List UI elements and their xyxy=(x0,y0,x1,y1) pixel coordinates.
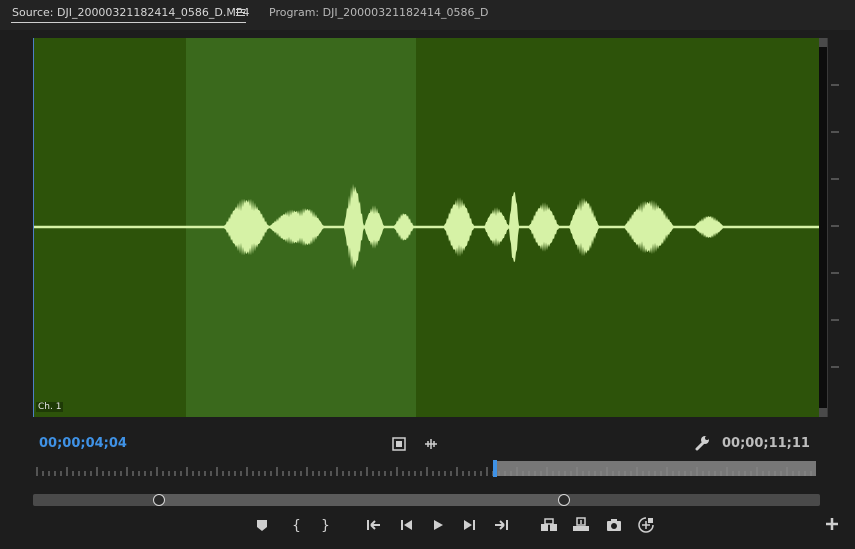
step-forward-icon xyxy=(464,520,475,530)
button-editor-button[interactable] xyxy=(637,516,655,534)
step-back-icon xyxy=(401,520,412,530)
step-forward-button[interactable] xyxy=(460,516,478,534)
duration-timecode: 00;00;11;11 xyxy=(722,436,810,451)
button-editor-icon xyxy=(638,517,654,533)
insert-icon xyxy=(541,518,557,531)
go-to-out-button[interactable] xyxy=(492,516,510,534)
audio-waveform-icon[interactable] xyxy=(424,436,438,450)
film-strip-icon[interactable] xyxy=(392,436,406,451)
scrollbar-bottom-handle[interactable] xyxy=(819,408,827,417)
wrench-icon[interactable] xyxy=(694,435,710,451)
add-marker-button[interactable] xyxy=(253,516,271,534)
playhead-timecode[interactable]: 00;00;04;04 xyxy=(39,436,127,451)
mark-in-button[interactable]: { xyxy=(287,516,305,534)
vertical-scrollbar[interactable] xyxy=(819,38,827,417)
scrollbar-top-handle[interactable] xyxy=(819,38,827,47)
insert-button[interactable] xyxy=(540,516,558,534)
camera-icon xyxy=(607,519,621,531)
time-ruler[interactable] xyxy=(34,459,816,479)
marker-icon xyxy=(257,520,267,531)
zoom-left-handle[interactable] xyxy=(153,494,165,506)
mark-out-icon: } xyxy=(321,518,330,534)
zoom-scrollbar-range[interactable] xyxy=(158,494,564,506)
channel-label: Ch. 1 xyxy=(36,402,64,412)
go-to-in-icon xyxy=(367,520,380,530)
svg-text:{: { xyxy=(292,518,301,534)
amplitude-ruler xyxy=(827,38,839,417)
plus-icon[interactable] xyxy=(825,516,839,530)
go-to-out-icon xyxy=(495,520,508,530)
audio-waveform-viewer[interactable]: Ch. 1 xyxy=(34,38,819,417)
waveform-shape xyxy=(34,183,819,271)
go-to-in-button[interactable] xyxy=(365,516,383,534)
panel-tab-bar: Source: DJI_20000321182414_0586_D.MP4 Pr… xyxy=(0,0,855,30)
overwrite-button[interactable] xyxy=(572,516,590,534)
audio-waveform xyxy=(34,183,819,271)
tab-source[interactable]: Source: DJI_20000321182414_0586_D.MP4 xyxy=(12,6,250,19)
tab-program[interactable]: Program: DJI_20000321182414_0586_D xyxy=(269,6,489,19)
mark-out-button[interactable]: } xyxy=(316,516,334,534)
export-frame-button[interactable] xyxy=(605,516,623,534)
hamburger-menu-icon[interactable] xyxy=(236,9,245,16)
playhead-line xyxy=(33,38,34,417)
play-icon xyxy=(434,520,443,530)
playhead-marker[interactable] xyxy=(493,460,497,477)
active-tab-underline xyxy=(11,22,246,23)
zoom-right-handle[interactable] xyxy=(558,494,570,506)
mark-in-icon: { xyxy=(292,518,301,534)
step-back-button[interactable] xyxy=(398,516,416,534)
svg-text:}: } xyxy=(321,518,330,534)
play-button[interactable] xyxy=(429,516,447,534)
overwrite-icon xyxy=(573,517,589,531)
